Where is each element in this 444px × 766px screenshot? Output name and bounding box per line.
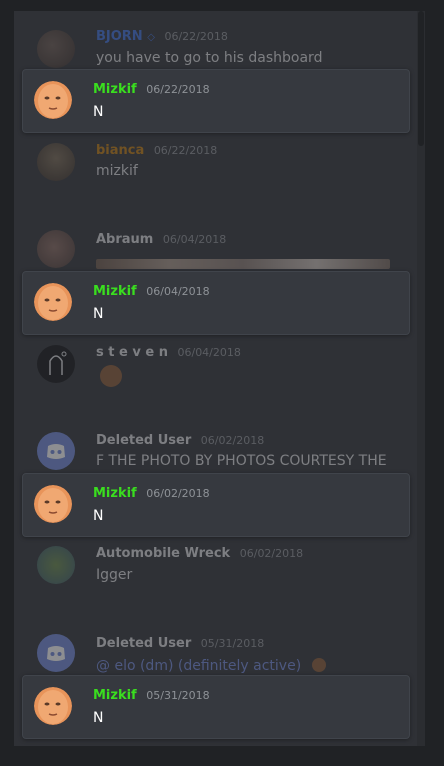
author-label: Deleted User [96, 433, 192, 448]
message-date: 06/22/2018 [146, 83, 210, 96]
author-name: Deleted User 05/31/2018 [96, 636, 264, 651]
message-text: you have to go to his dashboard [96, 50, 323, 66]
face-avatar-icon [34, 687, 72, 725]
author-name: Automobile Wreck 06/02/2018 [96, 546, 303, 561]
scrollbar-thumb[interactable] [418, 11, 424, 146]
author-label: Mizkif [93, 486, 137, 501]
author-name: bianca 06/22/2018 [96, 143, 217, 158]
image-attachment[interactable] [96, 259, 390, 269]
discord-logo-icon [47, 646, 65, 661]
author-label: bianca [96, 143, 145, 158]
avatar-mizkif [34, 485, 72, 523]
message-date: 06/02/2018 [239, 547, 304, 560]
message-date: 06/22/2018 [153, 144, 218, 157]
message-deleted-user[interactable]: Deleted User 05/31/2018 @ elo (dm) (defi… [14, 631, 417, 677]
avatar-deleted-user [37, 432, 75, 470]
message-abraum[interactable]: Abraum 06/04/2018 [14, 226, 417, 272]
author-name: Mizkif 06/04/2018 [93, 284, 210, 299]
author-name: Mizkif 05/31/2018 [93, 688, 210, 703]
emoji-icon [311, 658, 326, 672]
message-mizkif-highlighted[interactable]: Mizkif 06/04/2018 N [22, 271, 410, 335]
avatar-bianca [37, 143, 75, 181]
author-label: Mizkif [93, 82, 137, 97]
message-deleted-user[interactable]: Deleted User 06/02/2018 F THE PHOTO BY P… [14, 429, 417, 475]
avatar-automobile-wreck [37, 546, 75, 584]
message-date: 06/04/2018 [177, 346, 241, 359]
author-name: Deleted User 06/02/2018 [96, 433, 264, 448]
face-avatar-icon [34, 81, 72, 119]
author-label: s t e v e n [96, 345, 168, 360]
message-text: mizkif [96, 163, 138, 179]
message-date: 06/22/2018 [164, 30, 228, 43]
author-label: Mizkif [93, 284, 137, 299]
message-text: N [93, 306, 104, 322]
message-mizkif-highlighted[interactable]: Mizkif 05/31/2018 N [22, 675, 410, 739]
message-text: N [93, 710, 104, 726]
message-text: F THE PHOTO BY PHOTOS COURTESY THE [96, 453, 387, 469]
message-text: N [93, 104, 104, 120]
emoji-sticker [100, 365, 122, 387]
avatar-steven [37, 345, 75, 383]
message-bjorn[interactable]: BJORN ◇ 06/22/2018 you have to go to his… [14, 25, 417, 69]
author-label: Deleted User [96, 636, 192, 651]
discord-logo-icon [47, 444, 65, 459]
message-text: Igger [96, 567, 133, 583]
search-results-panel: BJORN ◇ 06/22/2018 you have to go to his… [14, 11, 417, 746]
ghost-icon [49, 351, 67, 375]
author-label: Abraum [96, 232, 154, 247]
avatar-mizkif [34, 81, 72, 119]
author-name: BJORN ◇ 06/22/2018 [96, 29, 228, 44]
message-mizkif-highlighted[interactable]: Mizkif 06/02/2018 N [22, 473, 410, 537]
author-name: s t e v e n 06/04/2018 [96, 345, 241, 360]
message-mizkif-highlighted[interactable]: Mizkif 06/22/2018 N [22, 69, 410, 133]
message-date: 05/31/2018 [146, 689, 210, 702]
message-text: @ elo (dm) (definitely active) [96, 656, 326, 674]
message-steven[interactable]: s t e v e n 06/04/2018 [14, 341, 417, 397]
scrollbar[interactable] [417, 11, 425, 746]
message-text: N [93, 508, 104, 524]
avatar-abraum [37, 230, 75, 268]
face-avatar-icon [34, 283, 72, 321]
message-bianca[interactable]: bianca 06/22/2018 mizkif [14, 139, 417, 195]
author-name: Abraum 06/04/2018 [96, 232, 226, 247]
bottom-bar [0, 746, 444, 766]
author-name: Mizkif 06/02/2018 [93, 486, 210, 501]
avatar-deleted-user [37, 634, 75, 672]
avatar-mizkif [34, 687, 72, 725]
author-name: Mizkif 06/22/2018 [93, 82, 210, 97]
mention-text[interactable]: @ elo (dm) (definitely active) [96, 658, 301, 674]
message-date: 06/02/2018 [200, 434, 265, 447]
avatar-mizkif [34, 283, 72, 321]
diamond-icon: ◇ [147, 32, 155, 43]
face-avatar-icon [34, 485, 72, 523]
message-automobile-wreck[interactable]: Automobile Wreck 06/02/2018 Igger [14, 542, 417, 598]
message-date: 06/04/2018 [162, 233, 227, 246]
author-label: Mizkif [93, 688, 137, 703]
author-label: BJORN [96, 29, 143, 44]
message-date: 05/31/2018 [200, 637, 265, 650]
avatar-bjorn [37, 30, 75, 68]
message-date: 06/02/2018 [146, 487, 210, 500]
author-label: Automobile Wreck [96, 546, 231, 561]
message-date: 06/04/2018 [146, 285, 210, 298]
